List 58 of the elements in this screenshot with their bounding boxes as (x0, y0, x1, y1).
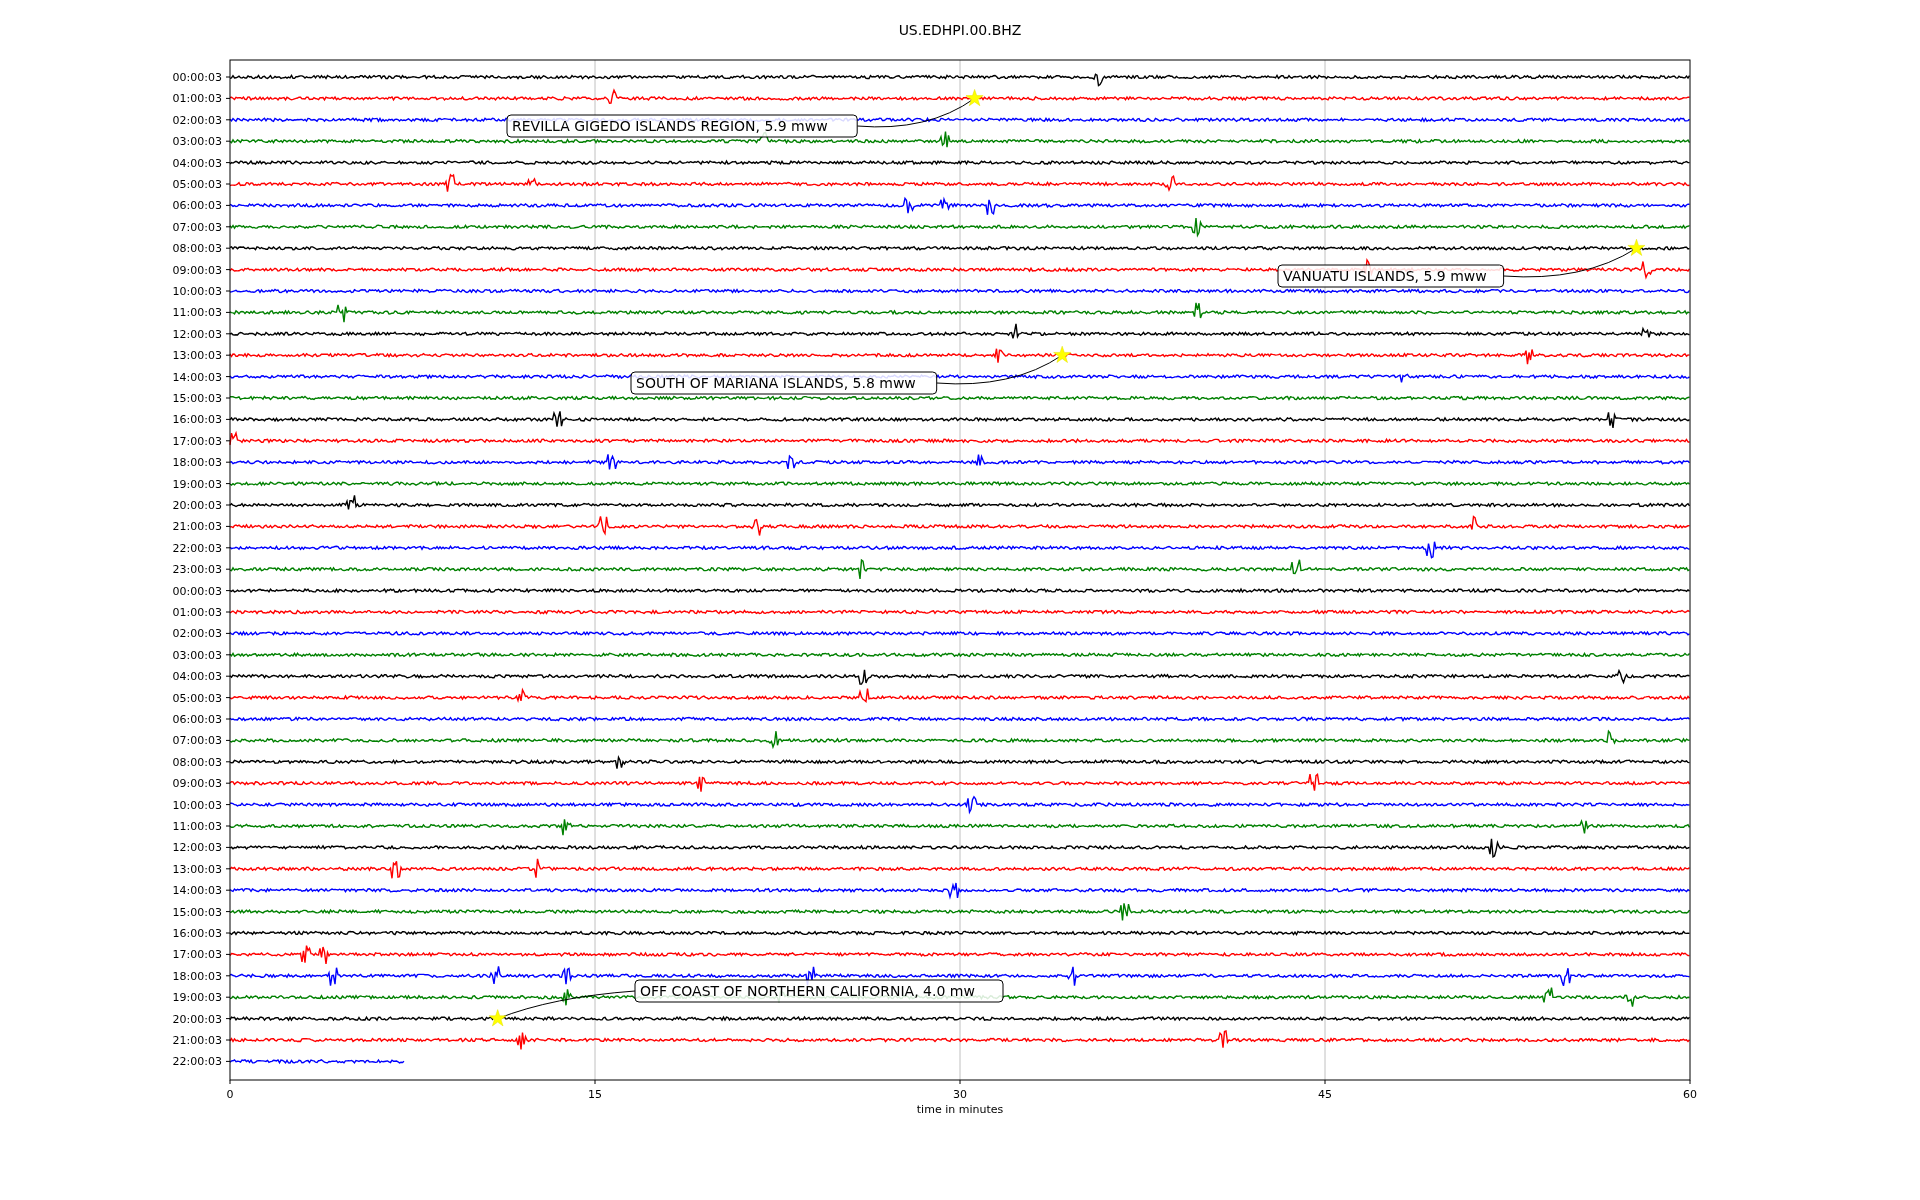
time-label: 07:00:03 (172, 220, 222, 234)
time-label: 03:00:03 (172, 135, 222, 149)
time-label: 18:00:03 (172, 969, 222, 983)
x-tick-label: 0 (226, 1088, 234, 1101)
time-label: 10:00:03 (172, 798, 222, 812)
time-label: 19:00:03 (172, 991, 222, 1005)
time-label: 16:00:03 (172, 413, 222, 427)
time-label: 18:00:03 (172, 456, 222, 470)
time-label: 08:00:03 (172, 242, 222, 256)
time-label: 13:00:03 (172, 862, 222, 876)
time-label: 21:00:03 (172, 1034, 222, 1047)
time-label: 02:00:03 (172, 627, 222, 641)
time-label: 01:00:03 (172, 92, 222, 106)
time-label: 22:00:03 (172, 541, 222, 555)
time-label: 06:00:03 (172, 713, 222, 726)
event-annotation: VANUATU ISLANDS, 5.9 mww (1277, 264, 1505, 288)
time-label: 01:00:03 (172, 606, 222, 619)
time-label: 12:00:03 (172, 841, 222, 855)
time-label: 08:00:03 (172, 755, 222, 769)
time-label: 00:00:03 (172, 71, 222, 84)
time-label: 14:00:03 (172, 370, 222, 384)
time-label: 20:00:03 (172, 1012, 222, 1026)
time-label: 09:00:03 (172, 263, 222, 277)
time-label: 21:00:03 (172, 520, 222, 534)
time-label: 13:00:03 (172, 349, 222, 363)
event-annotation: REVILLA GIGEDO ISLANDS REGION, 5.9 mww (506, 114, 858, 138)
time-label: 11:00:03 (172, 820, 222, 833)
time-label: 17:00:03 (172, 948, 222, 962)
x-tick-label: 15 (588, 1088, 602, 1101)
event-annotation: SOUTH OF MARIANA ISLANDS, 5.8 mww (630, 371, 938, 395)
time-label: 06:00:03 (172, 199, 222, 213)
time-label: 11:00:03 (172, 306, 222, 320)
x-tick-label: 60 (1683, 1088, 1697, 1101)
time-label: 14:00:03 (172, 884, 222, 898)
time-label: 22:00:03 (172, 1055, 222, 1069)
time-label: 17:00:03 (172, 434, 222, 448)
time-label: 16:00:03 (172, 927, 222, 940)
time-label: 15:00:03 (172, 905, 222, 919)
time-label: 23:00:03 (172, 563, 222, 577)
time-label: 00:00:03 (172, 584, 222, 598)
time-label: 05:00:03 (172, 691, 222, 705)
x-tick-label: 45 (1318, 1088, 1332, 1101)
time-label: 04:00:03 (172, 670, 222, 684)
time-label: 07:00:03 (172, 734, 222, 748)
time-label: 02:00:03 (172, 113, 222, 127)
x-tick-label: 30 (953, 1088, 967, 1101)
time-label: 15:00:03 (172, 392, 222, 405)
time-label: 03:00:03 (172, 648, 222, 662)
x-axis-title: time in minutes (916, 1103, 1004, 1116)
event-annotation: OFF COAST OF NORTHERN CALIFORNIA, 4.0 mw (634, 979, 1004, 1003)
time-label: 19:00:03 (172, 477, 222, 491)
time-label: 12:00:03 (172, 327, 222, 341)
time-label: 05:00:03 (172, 178, 222, 191)
time-label: 04:00:03 (172, 156, 222, 170)
time-label: 20:00:03 (172, 499, 222, 512)
chart-title: US.EDHPI.00.BHZ (898, 22, 1022, 38)
time-label: 10:00:03 (172, 285, 222, 298)
time-label: 09:00:03 (172, 777, 222, 791)
